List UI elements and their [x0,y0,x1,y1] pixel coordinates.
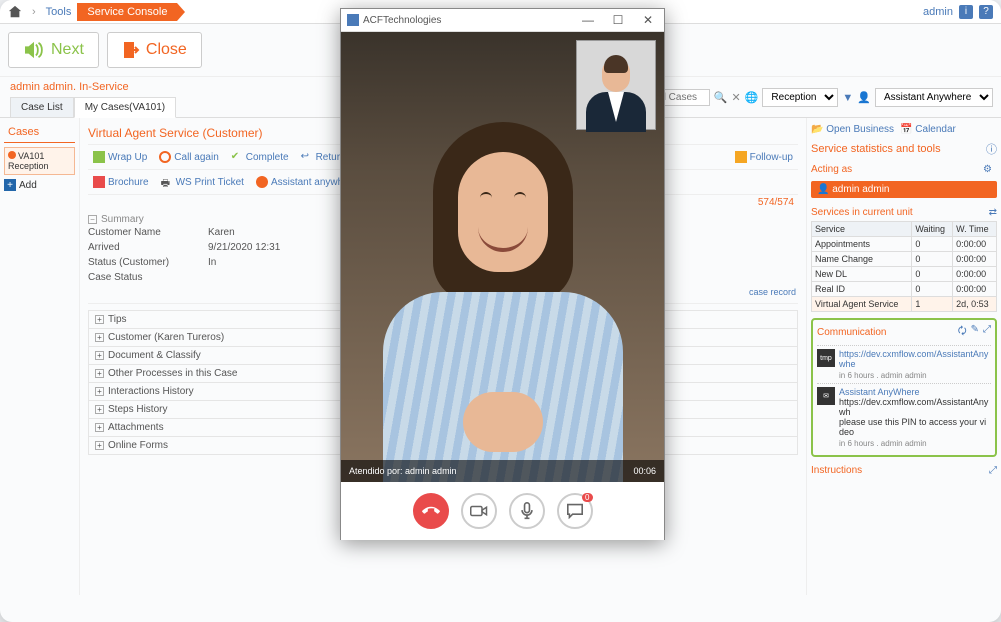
field-label: Arrived [88,242,208,253]
brochure-button[interactable]: Brochure [88,174,154,190]
services-label: Services in current unit [811,207,913,218]
complete-button[interactable]: ✔Complete [226,149,294,165]
field-label: Case Status [88,272,208,283]
window-title: ACFTechnologies [363,15,441,26]
tab-case-list[interactable]: Case List [10,97,74,117]
check-icon: ✔ [231,151,243,163]
tab-my-cases[interactable]: My Cases(VA101) [74,97,176,118]
followup-icon [735,151,747,163]
attended-by-label: Atendido por: admin admin [349,466,457,476]
calendar-link[interactable]: 📅 Calendar [900,124,956,135]
chat-icon [566,503,584,519]
filter-icon[interactable]: ▼ [842,92,853,104]
communication-panel: Communication 🗘 ✎ ⤢ tmp https://dev.cxmf… [811,318,997,457]
chat-button[interactable]: 0 [557,493,593,529]
comm-edit-icon[interactable]: ✎ [971,324,979,341]
refresh-icon[interactable]: ⇄ [989,207,997,218]
close-button[interactable]: Close [107,32,202,68]
app-icon [347,14,359,26]
maximize-button[interactable]: ☐ [608,13,628,27]
mic-icon [520,502,534,520]
speaker-icon [23,41,45,59]
location-dropdown[interactable]: Reception [762,88,838,107]
next-button[interactable]: Next [8,32,99,68]
video-main-feed: Atendido por: admin admin 00:06 [341,32,664,482]
printer-icon: 🖶 [161,176,173,188]
instructions-title: Instructions [811,465,862,476]
door-exit-icon [122,41,140,59]
user-icon: 👤 [857,91,871,104]
brochure-icon [93,176,105,188]
wrapup-button[interactable]: Wrap Up [88,149,152,165]
clear-search-icon[interactable]: ✕ [731,91,740,104]
chat-badge: 0 [582,493,592,502]
msg-type-icon: ✉ [817,387,835,405]
case-status-dot [8,151,16,159]
callagain-icon [159,151,171,163]
stats-info-icon[interactable]: ⓘ [986,141,997,157]
assistant-icon [256,176,268,188]
stats-title: Service statistics and tools [811,143,941,155]
comm-message[interactable]: ✉ Assistant AnyWhere https://dev.cxmflow… [817,383,991,451]
print-button[interactable]: 🖶WS Print Ticket [156,174,249,190]
wrapup-icon [93,151,105,163]
globe-icon: 🌐 [745,91,759,104]
plus-icon: + [4,179,16,191]
case-item[interactable]: VA101 Reception [4,147,75,175]
breadcrumb-tools[interactable]: Tools [40,4,78,20]
cases-header: Cases [4,122,75,143]
assistant-dropdown[interactable]: Assistant Anywhere [875,88,993,107]
msg-type-icon: tmp [817,349,835,367]
camera-icon [470,504,488,518]
video-self-view[interactable] [576,40,656,130]
window-close-button[interactable]: ✕ [638,13,658,27]
field-label: Customer Name [88,227,208,238]
hangup-button[interactable] [413,493,449,529]
acting-label: Acting as [811,164,852,178]
col-service[interactable]: Service [812,222,912,237]
table-row[interactable]: New DL00:00:00 [812,267,997,282]
gear-icon[interactable]: ⚙ [983,164,997,178]
current-user: admin [923,6,953,18]
chevron-right-icon: › [32,6,36,18]
search-icon[interactable]: 🔍 [714,91,728,104]
table-row[interactable]: Name Change00:00:00 [812,252,997,267]
callagain-button[interactable]: Call again [154,149,223,165]
services-table: Service Waiting W. Time Appointments00:0… [811,221,997,312]
col-wtime[interactable]: W. Time [953,222,997,237]
table-row[interactable]: Virtual Agent Service12d, 0:53 [812,297,997,312]
camera-button[interactable] [461,493,497,529]
comm-refresh-icon[interactable]: 🗘 [958,324,967,341]
breadcrumb-active: Service Console [77,3,177,21]
comm-message[interactable]: tmp https://dev.cxmflow.com/AssistantAny… [817,345,991,383]
table-row[interactable]: Real ID00:00:00 [812,282,997,297]
home-icon[interactable] [8,5,22,19]
table-row[interactable]: Appointments00:00:00 [812,237,997,252]
comm-title: Communication [817,327,886,338]
video-call-window[interactable]: ACFTechnologies — ☐ ✕ [340,8,665,540]
help-icon[interactable]: ? [979,5,993,19]
mic-button[interactable] [509,493,545,529]
info-icon[interactable]: i [959,5,973,19]
col-waiting[interactable]: Waiting [912,222,953,237]
add-case-button[interactable]: + Add [4,179,75,191]
minimize-button[interactable]: — [578,13,598,27]
phone-icon [422,502,440,520]
open-business-link[interactable]: 📂 Open Business [811,124,894,135]
acting-user: 👤 admin admin [811,181,997,198]
comm-expand-icon[interactable]: ⤢ [983,324,991,341]
followup-button[interactable]: Follow-up [730,149,798,165]
field-label: Status (Customer) [88,257,208,268]
call-timer: 00:06 [633,466,656,476]
return-icon: ↩ [301,151,313,163]
expand-icon[interactable]: ⤢ [989,465,997,476]
